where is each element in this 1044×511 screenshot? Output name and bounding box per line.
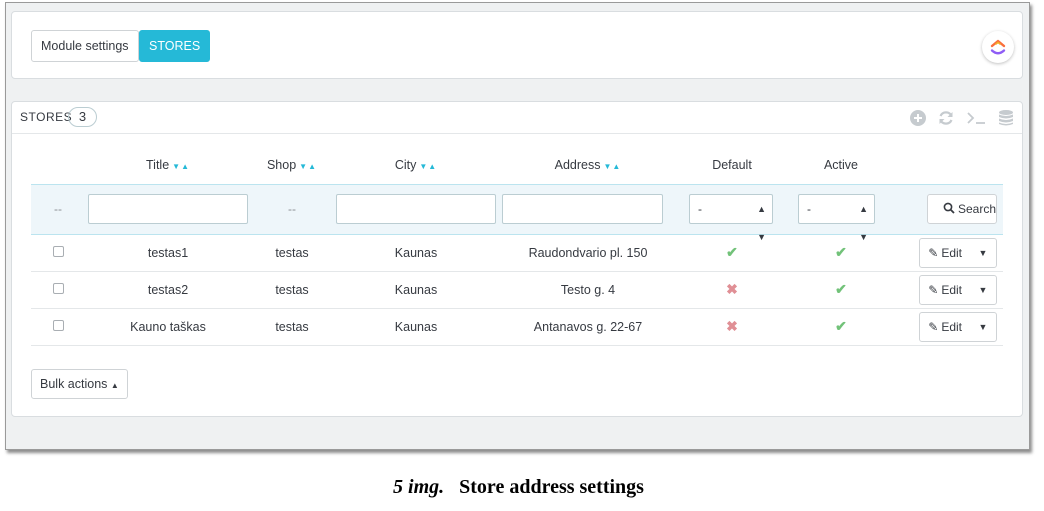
edit-button[interactable]: ✎ Edit <box>920 320 970 334</box>
module-tabs-panel: Module settings STORES <box>11 11 1023 79</box>
caret-down-icon[interactable]: ▼ <box>970 248 996 258</box>
caret-down-icon[interactable]: ▼ <box>970 285 996 295</box>
caret-down-icon[interactable]: ▼ <box>970 322 996 332</box>
row-checkbox[interactable] <box>52 282 64 294</box>
stores-table: Title ▼▲ Shop ▼▲ City ▼▲ Address ▼▲ Default … <box>31 146 1003 346</box>
cell-city: Kaunas <box>333 271 499 309</box>
sql-query-icon[interactable] <box>965 109 987 127</box>
header-row: Title ▼▲ Shop ▼▲ City ▼▲ Address ▼▲ Default … <box>31 146 1003 184</box>
check-icon[interactable]: ✔ <box>726 244 738 260</box>
column-select <box>31 146 85 184</box>
bulk-actions-button[interactable]: Bulk actions ▲ <box>31 369 128 399</box>
edit-button[interactable]: ✎ Edit <box>920 246 970 260</box>
default-filter-select[interactable]: - ▲ ▼ <box>689 194 773 242</box>
column-default: Default <box>712 157 752 172</box>
filter-row: -- -- - ▲ ▼ - ▲ ▼ Search <box>31 183 1003 242</box>
check-icon[interactable]: ✔ <box>835 244 847 260</box>
cell-address: Raudondvario pl. 150 <box>499 234 677 272</box>
check-icon[interactable]: ✔ <box>835 281 847 297</box>
edit-button[interactable]: ✎ Edit <box>920 283 970 297</box>
row-checkbox[interactable] <box>52 245 64 257</box>
module-logo-icon <box>982 31 1014 63</box>
sort-arrows-icon[interactable]: ▼▲ <box>172 162 190 171</box>
cross-icon[interactable]: ✖ <box>726 281 738 297</box>
city-filter-input[interactable] <box>336 194 496 224</box>
column-city[interactable]: City ▼▲ <box>333 146 499 184</box>
cell-city: Kaunas <box>333 234 499 272</box>
sort-arrows-icon[interactable]: ▼▲ <box>419 162 437 171</box>
tab-stores[interactable]: STORES <box>139 30 211 62</box>
cell-title: testas1 <box>85 234 251 272</box>
row-checkbox[interactable] <box>52 319 64 331</box>
add-icon[interactable] <box>909 109 927 127</box>
check-icon[interactable]: ✔ <box>835 318 847 334</box>
cell-title: Kauno taškas <box>85 308 251 346</box>
column-active: Active <box>823 157 859 172</box>
address-filter-input[interactable] <box>502 194 663 224</box>
shop-filter-placeholder: -- <box>288 202 296 216</box>
tab-module-settings[interactable]: Module settings <box>31 30 139 62</box>
column-address[interactable]: Address ▼▲ <box>499 146 677 184</box>
select-arrows-icon: ▲ ▼ <box>757 204 766 242</box>
sort-arrows-icon[interactable]: ▼▲ <box>299 162 317 171</box>
list-title: STORES <box>20 110 73 124</box>
cell-title: testas2 <box>85 271 251 309</box>
column-actions <box>895 146 1003 184</box>
search-button[interactable]: Search <box>927 194 997 224</box>
cell-city: Kaunas <box>333 308 499 346</box>
select-arrows-icon: ▲ ▼ <box>859 204 868 242</box>
edit-button-group[interactable]: ✎ Edit ▼ <box>919 237 997 268</box>
caret-up-icon: ▲ <box>110 381 119 390</box>
title-filter-input[interactable] <box>88 194 248 224</box>
cell-address: Testo g. 4 <box>499 271 677 309</box>
database-icon[interactable] <box>997 109 1015 127</box>
cross-icon[interactable]: ✖ <box>726 318 738 334</box>
caption-number: 5 img. <box>393 476 445 498</box>
admin-window: Module settings STORES STORES 3 Title ▼▲… <box>5 2 1030 450</box>
figure-caption: 5 img. Store address settings <box>0 476 1037 499</box>
pencil-icon: ✎ <box>928 282 939 297</box>
stores-list-panel: STORES 3 Title ▼▲ Shop ▼▲ City ▼▲ Addres… <box>11 101 1023 417</box>
cell-address: Antanavos g. 22-67 <box>499 308 677 346</box>
edit-button-group[interactable]: ✎ Edit ▼ <box>919 274 997 305</box>
active-filter-select[interactable]: - ▲ ▼ <box>798 194 875 242</box>
table-row[interactable]: testas1 testas Kaunas Raudondvario pl. 1… <box>31 234 1003 272</box>
cell-shop: testas <box>251 308 333 346</box>
caption-text: Store address settings <box>459 476 644 498</box>
sort-arrows-icon[interactable]: ▼▲ <box>604 162 622 171</box>
id-filter-placeholder: -- <box>54 202 62 216</box>
column-shop[interactable]: Shop ▼▲ <box>251 146 333 184</box>
cell-shop: testas <box>251 234 333 272</box>
cell-shop: testas <box>251 271 333 309</box>
pencil-icon: ✎ <box>928 245 939 260</box>
table-row[interactable]: Kauno taškas testas Kaunas Antanavos g. … <box>31 308 1003 346</box>
list-count-badge: 3 <box>68 107 97 127</box>
list-header: STORES 3 <box>12 102 1022 134</box>
pencil-icon: ✎ <box>928 319 939 334</box>
search-icon <box>943 202 955 214</box>
refresh-icon[interactable] <box>937 109 955 127</box>
column-title[interactable]: Title ▼▲ <box>85 146 251 184</box>
table-row[interactable]: testas2 testas Kaunas Testo g. 4 ✖ ✔ ✎ Ed… <box>31 271 1003 309</box>
edit-button-group[interactable]: ✎ Edit ▼ <box>919 311 997 342</box>
